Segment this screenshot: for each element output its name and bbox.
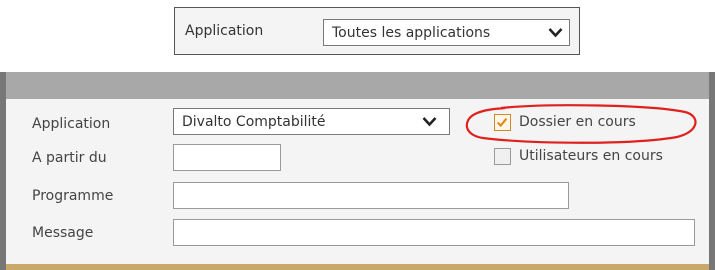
message-input[interactable] [173,219,695,246]
application-select-value: Divalto Comptabilité [182,114,326,130]
panel-header-bar [6,72,709,99]
application-filter-select[interactable]: Toutes les applications [323,19,570,46]
programme-input[interactable] [173,182,569,209]
application-label: Application [32,116,111,132]
programme-label: Programme [32,188,114,204]
search-form-panel: Application Divalto Comptabilité Dossier… [0,72,715,270]
application-select[interactable]: Divalto Comptabilité [173,108,450,135]
application-filter-box: Application Toutes les applications [174,7,580,55]
panel-bottom-strip [6,264,709,270]
a-partir-du-label: A partir du [32,150,107,166]
application-filter-label: Application [185,23,264,39]
utilisateurs-en-cours-label: Utilisateurs en cours [519,148,663,164]
message-label: Message [32,225,94,241]
highlight-circle-annotation [465,104,697,144]
application-filter-value: Toutes les applications [332,25,491,41]
utilisateurs-en-cours-checkbox[interactable] [494,148,511,165]
chevron-down-icon [422,117,437,127]
a-partir-du-input[interactable] [173,144,281,171]
chevron-down-icon [548,28,563,38]
